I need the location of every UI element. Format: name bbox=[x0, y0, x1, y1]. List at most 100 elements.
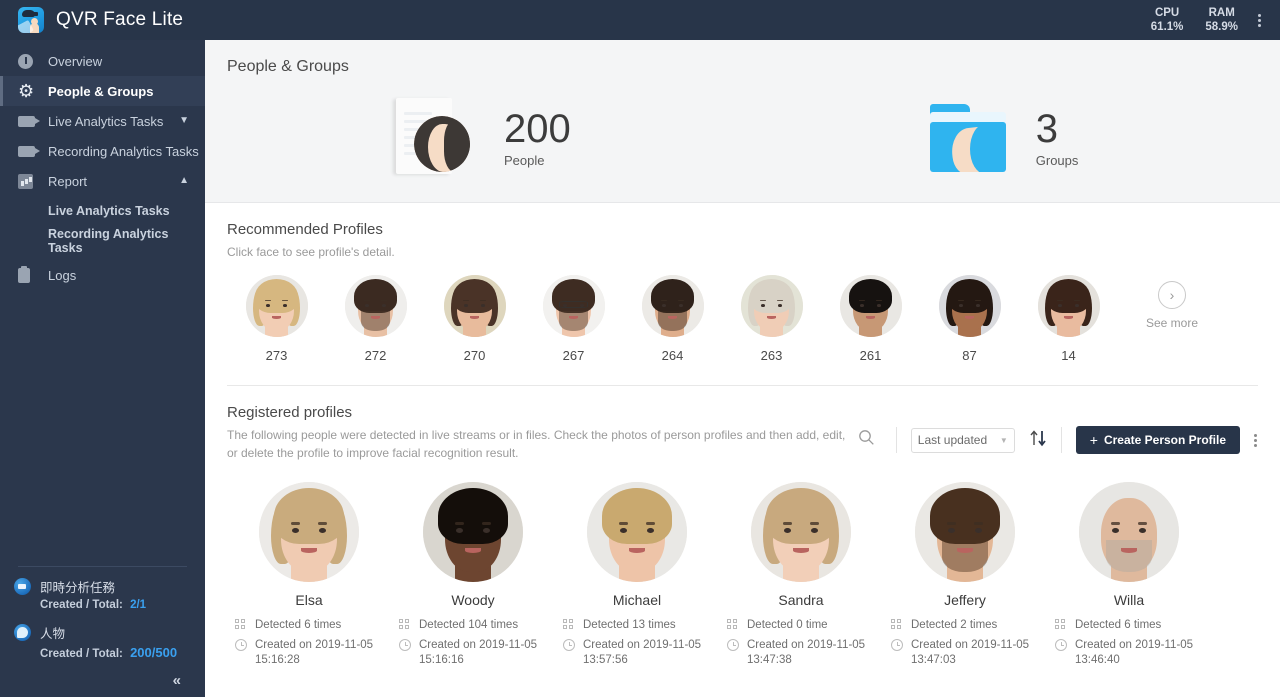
recommended-profile-item[interactable]: 263 bbox=[722, 275, 821, 363]
recommended-profile-avatar[interactable] bbox=[1037, 275, 1100, 337]
quota-value: 2/1 bbox=[130, 599, 147, 611]
profile-card-avatar[interactable] bbox=[915, 482, 1015, 582]
profile-card-name: Elsa bbox=[295, 592, 323, 608]
profile-card[interactable]: Woody Detected 104 times Created on 2019-1… bbox=[391, 482, 555, 673]
recommended-profile-item[interactable]: 270 bbox=[425, 275, 524, 363]
recommended-profile-avatar[interactable] bbox=[245, 275, 308, 337]
sidebar-item-label: Recording Analytics Tasks bbox=[48, 143, 199, 159]
grid-icon bbox=[891, 618, 911, 630]
profile-card[interactable]: Michael Detected 13 times Created on 2019-… bbox=[555, 482, 719, 673]
people-count: 200 bbox=[504, 106, 571, 151]
search-icon[interactable] bbox=[852, 429, 882, 451]
profile-card-name: Sandra bbox=[778, 592, 824, 608]
profile-card-created: Created on 2019-11-05 15:16:16 bbox=[419, 639, 538, 666]
create-person-profile-button[interactable]: + Create Person Profile bbox=[1075, 426, 1240, 454]
video-camera-icon bbox=[18, 145, 40, 157]
recommended-profile-item[interactable]: 273 bbox=[227, 275, 326, 363]
sidebar-item-overview[interactable]: Overview bbox=[0, 46, 205, 76]
groups-count: 3 bbox=[1035, 106, 1058, 151]
kebab-menu-icon[interactable] bbox=[1254, 432, 1258, 449]
sidebar-item-label: People & Groups bbox=[48, 83, 154, 99]
divider bbox=[1060, 427, 1062, 453]
quota-key: Created / Total: bbox=[40, 648, 123, 660]
sidebar-item-label: Report bbox=[48, 173, 88, 189]
profile-card[interactable]: Elsa Detected 6 times Created on 2019-11-0… bbox=[227, 482, 391, 673]
sidebar-item-label: Overview bbox=[48, 53, 103, 69]
kebab-menu-icon[interactable] bbox=[1258, 12, 1262, 29]
recommended-profile-label: 14 bbox=[1061, 348, 1076, 363]
clock-icon bbox=[891, 638, 911, 651]
chevron-right-circle-icon: › bbox=[1158, 281, 1186, 309]
profile-card-avatar[interactable] bbox=[751, 482, 851, 582]
see-more-button[interactable]: › See more bbox=[1118, 275, 1226, 330]
plus-icon: + bbox=[1089, 432, 1098, 448]
recommended-profile-item[interactable]: 264 bbox=[623, 275, 722, 363]
bar-chart-icon bbox=[18, 173, 40, 189]
sidebar-item-label: Live Analytics Tasks bbox=[48, 113, 164, 129]
profile-card-created: Created on 2019-11-05 15:16:28 bbox=[255, 639, 374, 666]
sidebar-item-people-groups[interactable]: People & Groups bbox=[0, 76, 205, 106]
recommended-profile-item[interactable]: 87 bbox=[920, 275, 1019, 363]
sidebar-subitem-live-analytics-tasks[interactable]: Live Analytics Tasks bbox=[0, 196, 205, 226]
chevron-down-icon[interactable]: ▼ bbox=[179, 116, 189, 126]
recommended-profile-avatar[interactable] bbox=[344, 275, 407, 337]
clock-icon bbox=[235, 638, 255, 651]
chevron-up-icon[interactable]: ▲ bbox=[179, 176, 189, 186]
sidebar-item-recording-analytics-tasks[interactable]: Recording Analytics Tasks bbox=[0, 136, 205, 166]
recommended-profile-item[interactable]: 267 bbox=[524, 275, 623, 363]
sidebar-item-logs[interactable]: Logs bbox=[0, 260, 205, 290]
recommended-profile-label: 272 bbox=[364, 348, 387, 363]
collapse-sidebar-icon[interactable]: « bbox=[14, 672, 191, 689]
sidebar-item-report[interactable]: Report ▲ bbox=[0, 166, 205, 196]
app-title: QVR Face Lite bbox=[56, 9, 184, 30]
recommended-profile-item[interactable]: 14 bbox=[1019, 275, 1118, 363]
sort-select-value: Last updated bbox=[917, 433, 988, 447]
profile-card[interactable]: Jeffery Detected 2 times Created on 2019-1… bbox=[883, 482, 1047, 673]
recommended-profile-avatar[interactable] bbox=[443, 275, 506, 337]
summary-panel: People & Groups 200 People 3 Groups bbox=[205, 40, 1280, 203]
profile-card-name: Woody bbox=[451, 592, 495, 608]
profile-card-avatar[interactable] bbox=[587, 482, 687, 582]
clock-icon bbox=[1055, 638, 1075, 651]
recommended-profile-label: 261 bbox=[859, 348, 882, 363]
main-content: People & Groups 200 People 3 Groups Reco… bbox=[205, 40, 1280, 697]
recommended-profile-item[interactable]: 272 bbox=[326, 275, 425, 363]
profile-card-avatar[interactable] bbox=[259, 482, 359, 582]
people-stat: 200 People bbox=[392, 98, 571, 176]
grid-icon bbox=[563, 618, 583, 630]
people-label: People bbox=[504, 152, 545, 168]
ram-label: RAM bbox=[1208, 7, 1235, 19]
recommended-profile-avatar[interactable] bbox=[641, 275, 704, 337]
profile-card-created: Created on 2019-11-05 13:47:38 bbox=[747, 639, 866, 666]
quota-people: 人物 Created / Total: 200/500 bbox=[14, 623, 191, 660]
groups-stat: 3 Groups bbox=[926, 100, 1078, 174]
top-bar: QVR Face Lite CPU 61.1% RAM 58.9% bbox=[0, 0, 1280, 40]
profile-card[interactable]: Sandra Detected 0 time Created on 2019-11-… bbox=[719, 482, 883, 673]
recommended-profile-avatar[interactable] bbox=[938, 275, 1001, 337]
sidebar: Overview People & Groups Live Analytics … bbox=[0, 40, 205, 697]
summary-stats: 200 People 3 Groups bbox=[227, 98, 1280, 176]
recommended-profile-label: 273 bbox=[265, 348, 288, 363]
recommended-profile-avatar[interactable] bbox=[740, 275, 803, 337]
cpu-stat: CPU 61.1% bbox=[1151, 6, 1184, 34]
grid-icon bbox=[727, 618, 747, 630]
recommended-profile-avatar[interactable] bbox=[839, 275, 902, 337]
recommended-profile-item[interactable]: 261 bbox=[821, 275, 920, 363]
gear-icon bbox=[18, 83, 40, 100]
sort-updown-icon[interactable] bbox=[1029, 428, 1047, 453]
video-camera-icon bbox=[18, 115, 40, 127]
recommended-profiles-row: 273 272 270 267 264 263 261 87 14 › See more bbox=[227, 275, 1258, 363]
sidebar-item-live-analytics-tasks[interactable]: Live Analytics Tasks ▼ bbox=[0, 106, 205, 136]
create-button-label: Create Person Profile bbox=[1103, 433, 1226, 447]
quota-title: 即時分析任務 bbox=[40, 581, 116, 595]
profile-card-avatar[interactable] bbox=[1079, 482, 1179, 582]
recommended-profile-label: 267 bbox=[562, 348, 585, 363]
profile-card[interactable]: Willa Detected 6 times Created on 2019-11-… bbox=[1047, 482, 1211, 673]
profile-card-avatar[interactable] bbox=[423, 482, 523, 582]
registered-toolbar: Last updated ▼ + Create Person Profile bbox=[852, 404, 1258, 454]
sort-select[interactable]: Last updated ▼ bbox=[910, 427, 1015, 453]
system-stats: CPU 61.1% RAM 58.9% bbox=[1129, 6, 1280, 34]
recommended-profile-avatar[interactable] bbox=[542, 275, 605, 337]
sidebar-subitem-recording-analytics-tasks[interactable]: Recording Analytics Tasks bbox=[0, 226, 205, 256]
profile-card-detected: Detected 6 times bbox=[255, 619, 342, 631]
